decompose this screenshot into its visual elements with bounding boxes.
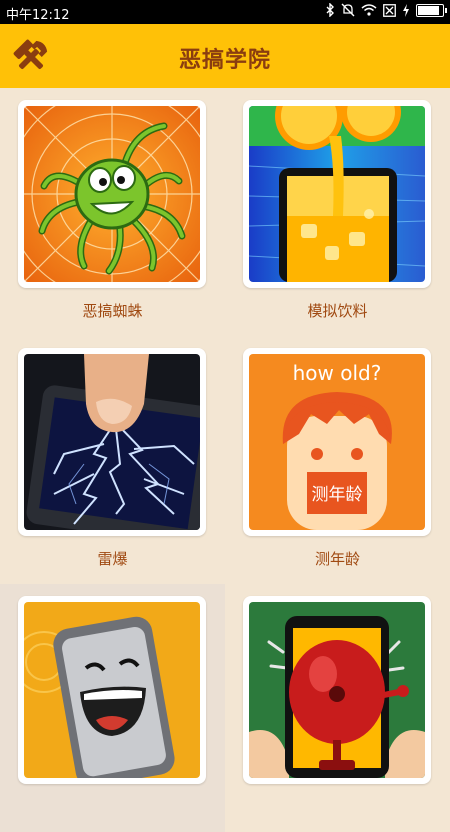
- mute-icon: [341, 3, 355, 17]
- grid-item-juice[interactable]: 模拟饮料: [225, 88, 450, 336]
- sim-icon: [383, 3, 396, 17]
- juice-phone-icon: [249, 106, 425, 282]
- age-overlay-text: how old?: [293, 361, 382, 385]
- grid-item-laughing-phone[interactable]: [0, 584, 225, 832]
- app-card[interactable]: [18, 100, 206, 288]
- grid-item-bell-phone[interactable]: [225, 584, 450, 832]
- app-label: 测年龄: [314, 550, 360, 568]
- app-bar: 恶搞学院: [0, 24, 450, 88]
- app-label: 模拟饮料: [307, 302, 368, 320]
- grid-item-age-test[interactable]: how old? 测年龄 测年龄: [225, 336, 450, 584]
- status-icons: [325, 3, 447, 17]
- app-grid: 恶搞蜘蛛 模拟饮料 雷爆 how old? 测年龄 测年龄: [0, 88, 450, 832]
- app-label: 雷爆: [97, 550, 128, 568]
- grid-item-spider[interactable]: 恶搞蜘蛛: [0, 88, 225, 336]
- charging-icon: [403, 3, 409, 17]
- lightning-phone-icon: [24, 354, 200, 530]
- age-badge-text: 测年龄: [312, 485, 363, 505]
- status-bar: 中午12:12: [0, 0, 450, 24]
- laughing-phone-icon: [24, 602, 200, 778]
- app-card[interactable]: [18, 596, 206, 784]
- bell-phone-icon: [249, 602, 425, 778]
- app-card[interactable]: [243, 100, 431, 288]
- wifi-icon: [361, 4, 377, 16]
- app-card[interactable]: [243, 596, 431, 784]
- app-card[interactable]: [18, 348, 206, 536]
- age-test-icon: how old? 测年龄: [249, 354, 425, 530]
- page-title: 恶搞学院: [178, 48, 271, 73]
- grid-item-lightning[interactable]: 雷爆: [0, 336, 225, 584]
- app-card[interactable]: how old? 测年龄: [243, 348, 431, 536]
- spider-icon: [24, 106, 200, 282]
- status-time: 中午12:12: [6, 8, 70, 23]
- bluetooth-icon: [326, 3, 334, 17]
- battery-icon: [416, 3, 447, 17]
- app-label: 恶搞蜘蛛: [82, 302, 143, 320]
